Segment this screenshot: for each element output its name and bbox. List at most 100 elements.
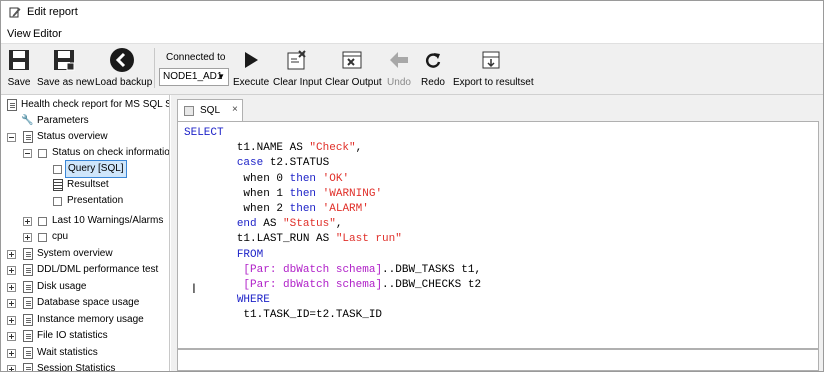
menu-editor[interactable]: Editor <box>33 28 62 40</box>
report-icon <box>23 248 33 260</box>
check-item-icon <box>38 149 47 158</box>
report-icon <box>23 131 33 143</box>
expand-icon[interactable] <box>7 266 16 275</box>
connection-value: NODE1_AD1 <box>163 71 223 82</box>
code-line: when 2 then 'ALARM' <box>184 202 481 217</box>
code-line: [Par: dbWatch schema]..DBW_TASKS t1, <box>184 263 481 278</box>
code-line: end AS "Status", <box>184 217 481 232</box>
code-token: when 1 <box>184 187 290 200</box>
tab-sql-label: SQL <box>200 105 221 116</box>
code-line: when 0 then 'OK' <box>184 172 481 187</box>
resultset-icon <box>53 179 63 191</box>
save-as-new-label: Save as new <box>37 77 95 88</box>
code-token: t1.NAME AS <box>184 142 310 155</box>
code-token-str: 'WARNING' <box>322 187 383 200</box>
clear-input-icon <box>287 50 306 70</box>
report-icon <box>23 297 33 309</box>
chevron-down-icon: ▼ <box>217 72 225 81</box>
report-tree: Health check report for MS SQL Serv 🔧 Pa… <box>1 95 170 371</box>
export-icon <box>482 51 500 69</box>
expand-icon[interactable] <box>7 365 16 371</box>
code-token-str: "Last run" <box>335 233 402 246</box>
editor-tabs: SQL × <box>177 99 819 122</box>
load-backup-button[interactable]: Load backup <box>95 47 153 88</box>
collapse-icon[interactable] <box>7 133 16 142</box>
collapse-icon[interactable] <box>23 149 32 158</box>
report-icon <box>23 363 33 371</box>
code-line: [Par: dbWatch schema]..DBW_CHECKS t2 <box>184 278 481 293</box>
expand-icon[interactable] <box>7 283 16 292</box>
code-token: t1.LAST_RUN AS <box>184 233 336 246</box>
save-icon <box>9 50 29 70</box>
undo-button[interactable]: Undo <box>385 47 413 88</box>
code-token-str: "Status" <box>283 218 336 231</box>
redo-label: Redo <box>421 77 445 88</box>
sql-file-icon <box>184 106 194 116</box>
title-bar: Edit report <box>1 1 823 24</box>
check-item-icon <box>38 217 47 226</box>
code-line: WHERE <box>184 293 481 308</box>
query-icon <box>53 165 62 174</box>
menu-view[interactable]: View <box>7 28 31 40</box>
code-token-kw: then <box>289 172 317 185</box>
play-icon <box>245 52 258 68</box>
tab-sql[interactable]: SQL × <box>177 99 243 121</box>
code-token-kw: FROM <box>236 248 264 261</box>
clear-input-button[interactable]: Clear Input <box>273 47 322 88</box>
code-line: when 1 then 'WARNING' <box>184 187 481 202</box>
clear-output-icon <box>342 51 362 69</box>
menu-bar: View Editor <box>1 25 823 43</box>
code-token-par: [Par: dbWatch schema] <box>243 279 383 292</box>
code-token: AS <box>256 218 284 231</box>
code-token-str: 'ALARM' <box>322 203 369 216</box>
report-icon <box>23 314 33 326</box>
connection-select[interactable]: NODE1_AD1 ▼ <box>159 68 229 86</box>
edit-report-window: Edit report View Editor Save Save as new… <box>0 0 824 372</box>
connected-to-label: Connected to <box>166 52 226 63</box>
close-icon[interactable]: × <box>232 104 238 115</box>
editor-area: SQL × SELECT t1.NAME AS "Check", case t2… <box>171 95 823 371</box>
check-item-icon <box>38 233 47 242</box>
code-token-str: "Check" <box>309 142 356 155</box>
expand-icon[interactable] <box>7 349 16 358</box>
export-to-resultset-button[interactable]: Export to resultset <box>453 47 534 88</box>
execute-button[interactable]: Execute <box>233 47 269 88</box>
expand-icon[interactable] <box>23 233 32 242</box>
expand-icon[interactable] <box>23 217 32 226</box>
output-pane[interactable] <box>177 349 819 371</box>
execute-label: Execute <box>233 77 270 88</box>
redo-button[interactable]: Redo <box>419 47 447 88</box>
code-token: when 2 <box>184 203 290 216</box>
clear-output-button[interactable]: Clear Output <box>325 47 382 88</box>
save-as-new-button[interactable]: Save as new <box>37 47 95 88</box>
edit-report-icon <box>9 7 21 18</box>
parameters-icon: 🔧 <box>21 115 34 126</box>
save-label: Save <box>7 77 31 88</box>
expand-icon[interactable] <box>7 332 16 341</box>
expand-icon[interactable] <box>7 316 16 325</box>
tree-node-root[interactable]: Health check report for MS SQL Serv <box>7 97 169 113</box>
load-backup-label: Load backup <box>95 77 153 88</box>
sql-editor[interactable]: SELECT t1.NAME AS "Check", case t2.STATU… <box>177 122 819 349</box>
code-token: t2.STATUS <box>263 157 330 170</box>
code-line: FROM <box>184 248 481 263</box>
code-token-kw: then <box>289 187 317 200</box>
sql-code[interactable]: SELECT t1.NAME AS "Check", case t2.STATU… <box>184 126 481 324</box>
report-icon <box>23 330 33 342</box>
expand-icon[interactable] <box>7 299 16 308</box>
window-title: Edit report <box>27 6 78 18</box>
expand-icon[interactable] <box>7 250 16 259</box>
report-icon <box>7 99 17 111</box>
code-token-kw: case <box>236 157 264 170</box>
save-button[interactable]: Save <box>7 47 31 88</box>
code-token-kw: then <box>289 203 317 216</box>
clear-input-label: Clear Input <box>273 77 322 88</box>
